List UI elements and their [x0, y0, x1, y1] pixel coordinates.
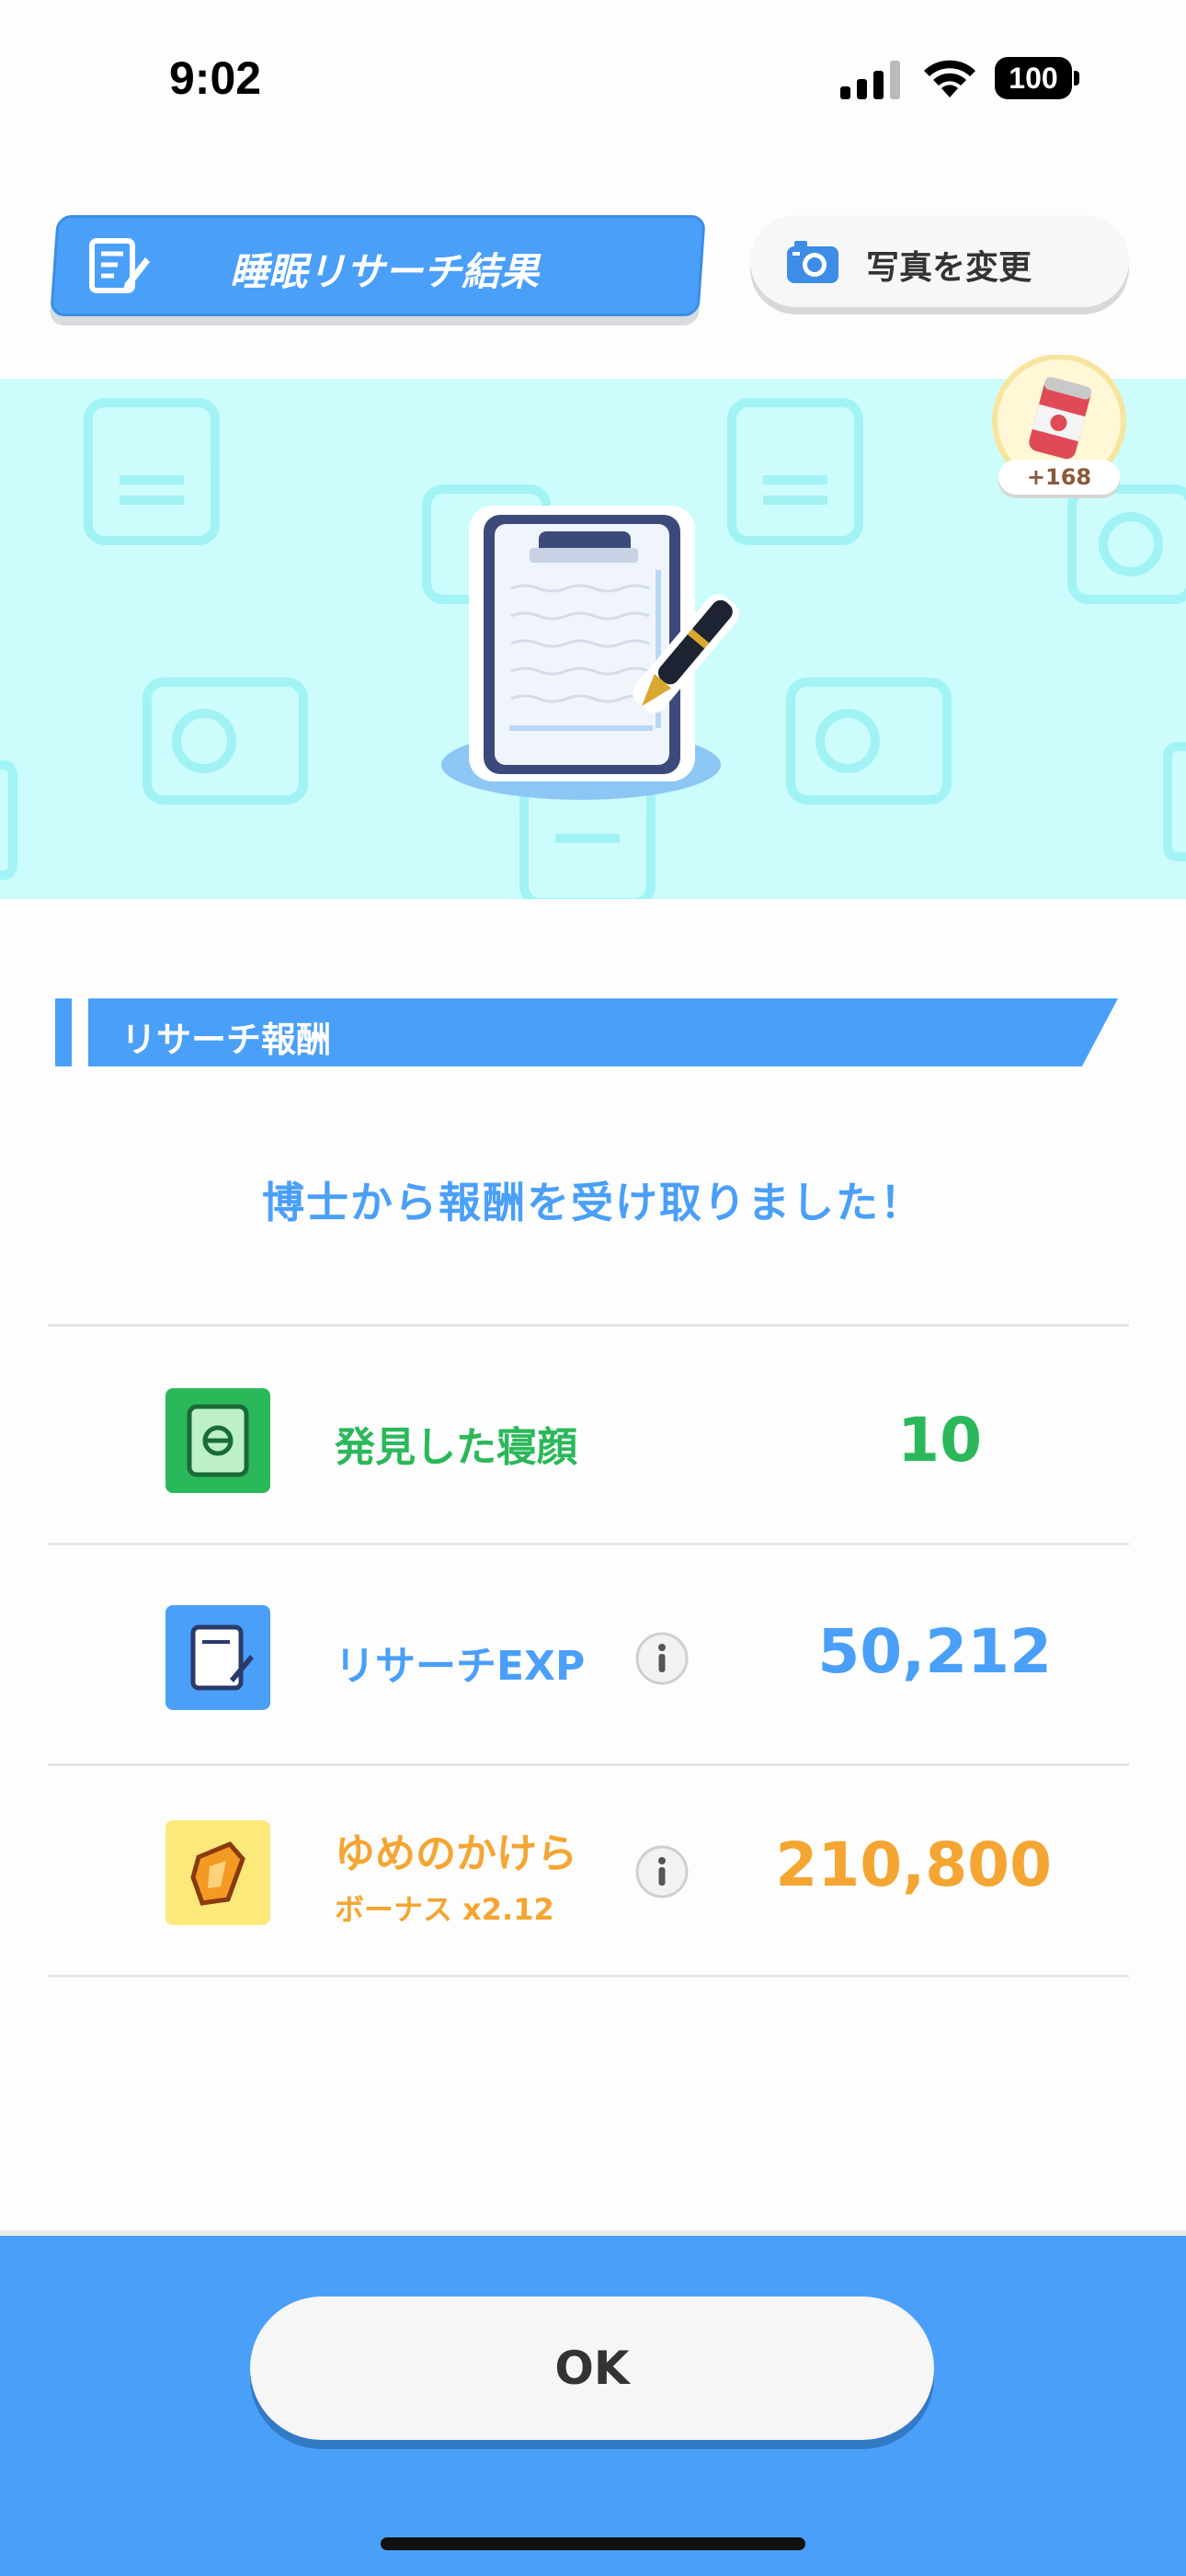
dream-shards-label: ゆめのかけら — [335, 1830, 577, 1877]
wifi-icon — [924, 60, 975, 97]
dream-shards-icon — [165, 1820, 270, 1925]
divider — [48, 1763, 1129, 1766]
battery-icon: 100 — [995, 57, 1081, 99]
can-count-badge: +168 — [998, 460, 1120, 495]
cellular-signal-icon — [840, 61, 900, 99]
reward-message: 博士から報酬を受け取りました！ — [262, 1178, 924, 1227]
divider — [48, 1324, 1129, 1327]
sleep-styles-value: 10 — [897, 1405, 982, 1476]
research-notes-icon — [89, 238, 150, 293]
dream-shards-value: 210,800 — [775, 1829, 1052, 1900]
research-exp-icon — [165, 1605, 270, 1710]
home-indicator[interactable] — [381, 2537, 805, 2550]
divider — [48, 1975, 1129, 1978]
research-exp-value: 50,212 — [817, 1616, 1052, 1687]
info-icon[interactable] — [634, 1631, 690, 1686]
section-marker — [55, 998, 72, 1066]
divider — [48, 1543, 1129, 1545]
info-icon[interactable] — [634, 1844, 690, 1899]
section-title: リサーチ報酬 — [121, 1020, 332, 1060]
camera-icon — [787, 241, 838, 283]
battery-level: 100 — [995, 57, 1072, 99]
change-photo-label: 写真を変更 — [866, 249, 1032, 287]
sleep-style-card-icon — [165, 1388, 270, 1493]
sleep-styles-label: 発見した寝顔 — [335, 1424, 577, 1471]
ok-button[interactable]: OK — [250, 2297, 934, 2440]
status-time: 9:02 — [169, 52, 262, 104]
clipboard-pen-illustration — [441, 506, 739, 800]
page-title: 睡眠リサーチ結果 — [230, 249, 540, 294]
dream-shards-bonus: ボーナス x2.12 — [335, 1892, 554, 1927]
research-exp-label: リサーチEXP — [335, 1643, 586, 1690]
